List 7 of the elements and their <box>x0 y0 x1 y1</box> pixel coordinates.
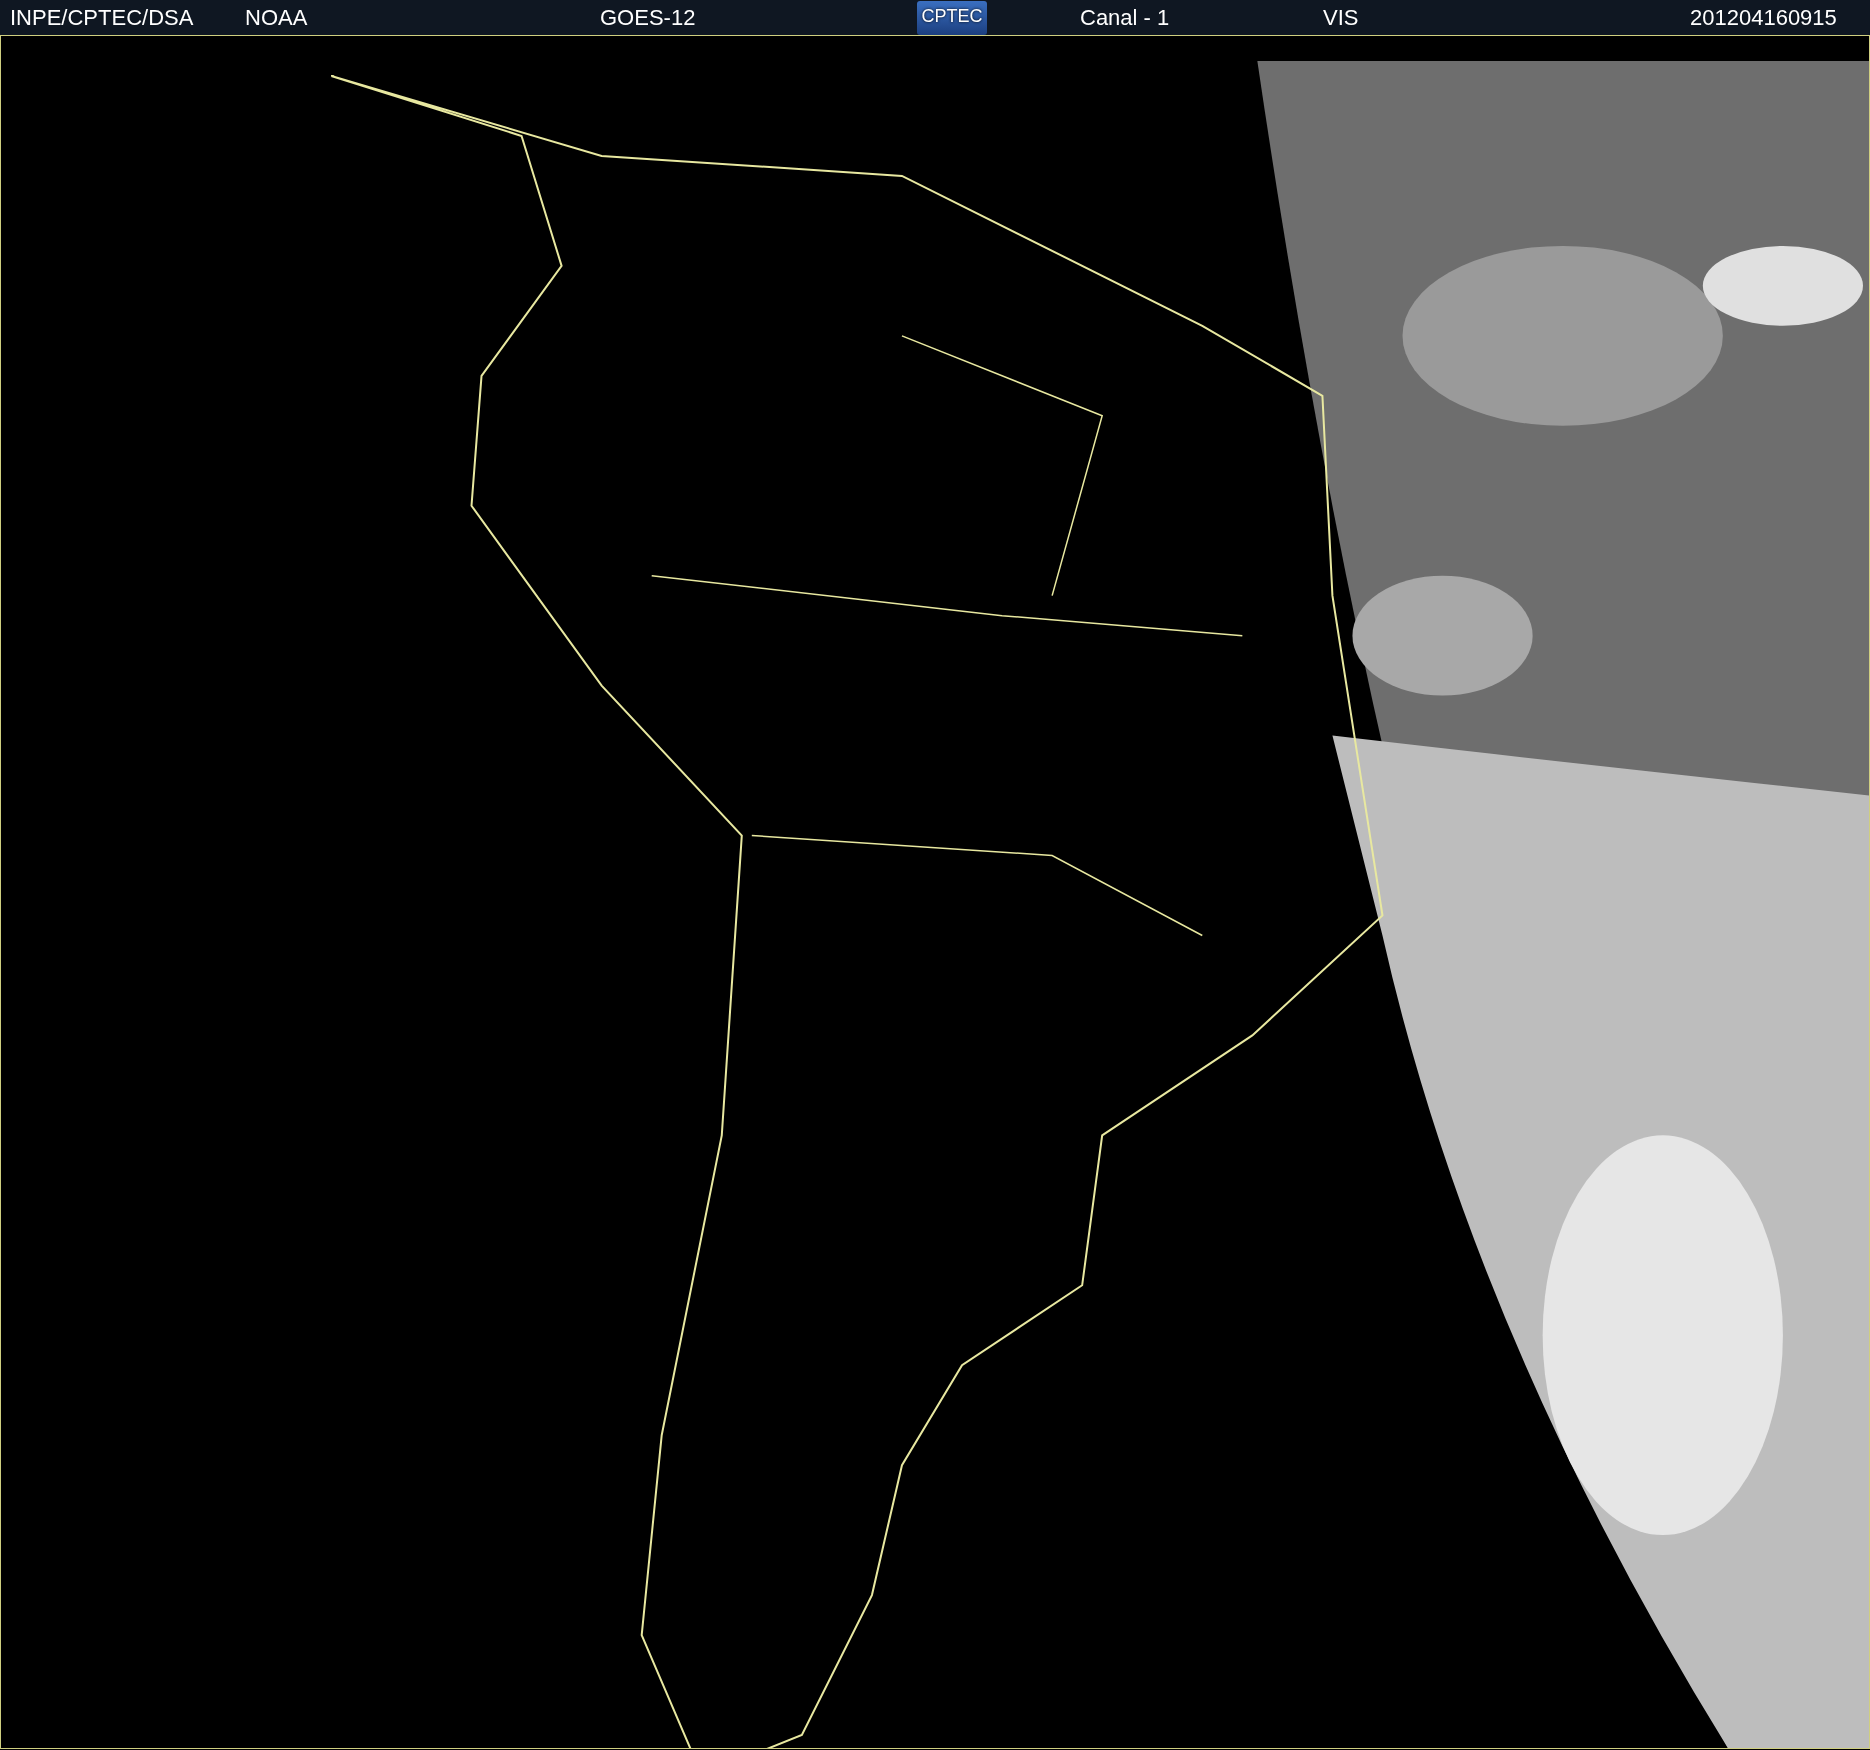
header-label: Canal - 1 <box>1080 4 1170 32</box>
header-label: 201204160915 <box>1690 4 1837 32</box>
header-label: GOES-12 <box>600 4 696 32</box>
header-label: NOAA <box>245 4 308 32</box>
header-label: INPE/CPTEC/DSA <box>10 4 194 32</box>
header-label: VIS <box>1323 4 1359 32</box>
logo: CPTEC <box>917 1 987 35</box>
